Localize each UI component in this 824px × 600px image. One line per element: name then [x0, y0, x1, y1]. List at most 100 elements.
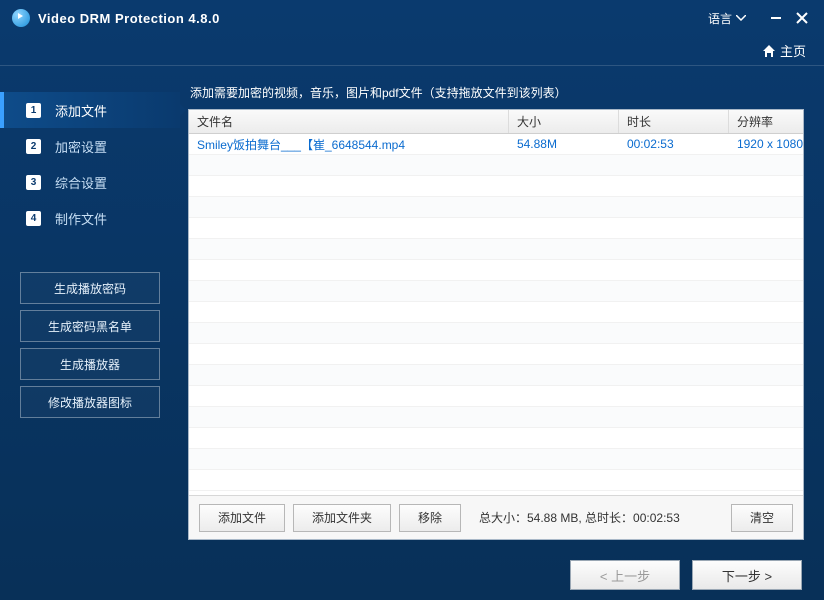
cell — [619, 407, 729, 427]
cell — [189, 428, 509, 448]
step-label: 制作文件 — [55, 209, 107, 228]
sidebar-step-2[interactable]: 2加密设置 — [0, 128, 180, 164]
cell — [509, 449, 619, 469]
cell — [189, 239, 509, 259]
col-duration[interactable]: 时长 — [619, 110, 729, 133]
chevron-down-icon — [736, 15, 746, 21]
cell — [509, 344, 619, 364]
sidebar-button-1[interactable]: 生成密码黑名单 — [20, 310, 160, 342]
cell — [729, 176, 803, 196]
cell — [189, 323, 509, 343]
cell — [189, 407, 509, 427]
app-logo-icon — [12, 9, 30, 27]
sidebar-button-2[interactable]: 生成播放器 — [20, 348, 160, 380]
homebar: 主页 — [0, 36, 824, 66]
cell — [509, 428, 619, 448]
cell — [729, 281, 803, 301]
main-panel: 添加需要加密的视频，音乐，图片和pdf文件（支持拖放文件到该列表） 文件名 大小… — [180, 66, 824, 550]
prev-button[interactable]: < 上一步 — [570, 560, 680, 590]
cell — [189, 344, 509, 364]
table-row[interactable]: Smiley饭拍舞台___【崔_6648544.mp454.88M00:02:5… — [189, 134, 803, 155]
cell — [619, 302, 729, 322]
cell: 54.88M — [509, 134, 619, 154]
cell — [189, 260, 509, 280]
cell — [509, 260, 619, 280]
col-filename[interactable]: 文件名 — [189, 110, 509, 133]
cell — [729, 386, 803, 406]
cell — [619, 197, 729, 217]
cell — [509, 302, 619, 322]
cell — [729, 260, 803, 280]
cell — [729, 323, 803, 343]
body: 1添加文件2加密设置3综合设置4制作文件 生成播放密码生成密码黑名单生成播放器修… — [0, 66, 824, 550]
instruction-text: 添加需要加密的视频，音乐，图片和pdf文件（支持拖放文件到该列表） — [190, 84, 804, 101]
cell — [509, 281, 619, 301]
close-icon — [796, 12, 808, 24]
cell — [509, 155, 619, 175]
cell — [729, 428, 803, 448]
sidebar-step-3[interactable]: 3综合设置 — [0, 164, 180, 200]
table-row[interactable] — [189, 407, 803, 428]
home-link[interactable]: 主页 — [762, 41, 806, 60]
step-number: 2 — [26, 139, 41, 154]
minimize-button[interactable] — [766, 8, 786, 28]
cell — [729, 344, 803, 364]
add-folder-button[interactable]: 添加文件夹 — [293, 504, 391, 532]
col-size[interactable]: 大小 — [509, 110, 619, 133]
cell — [509, 239, 619, 259]
table-row[interactable] — [189, 344, 803, 365]
table-row[interactable] — [189, 449, 803, 470]
table-row[interactable] — [189, 155, 803, 176]
sidebar-button-3[interactable]: 修改播放器图标 — [20, 386, 160, 418]
cell — [509, 365, 619, 385]
table-row[interactable] — [189, 302, 803, 323]
cell — [619, 449, 729, 469]
clear-button[interactable]: 清空 — [731, 504, 793, 532]
home-icon — [762, 44, 776, 58]
cell — [189, 386, 509, 406]
col-resolution[interactable]: 分辨率 — [729, 110, 803, 133]
table-row[interactable] — [189, 365, 803, 386]
table-row[interactable] — [189, 176, 803, 197]
close-button[interactable] — [792, 8, 812, 28]
cell — [619, 344, 729, 364]
table-row[interactable] — [189, 470, 803, 491]
cell — [189, 302, 509, 322]
table-header: 文件名 大小 时长 分辨率 — [189, 110, 803, 134]
cell — [619, 323, 729, 343]
app-title: Video DRM Protection 4.8.0 — [38, 11, 220, 26]
cell — [509, 407, 619, 427]
table-row[interactable] — [189, 260, 803, 281]
table-row[interactable] — [189, 386, 803, 407]
cell — [729, 407, 803, 427]
next-button[interactable]: 下一步 > — [692, 560, 802, 590]
cell — [729, 365, 803, 385]
add-file-button[interactable]: 添加文件 — [199, 504, 285, 532]
cell — [189, 218, 509, 238]
cell — [189, 470, 509, 490]
table-row[interactable] — [189, 218, 803, 239]
remove-button[interactable]: 移除 — [399, 504, 461, 532]
app-window: Video DRM Protection 4.8.0 语言 主页 1添加文件2加… — [0, 0, 824, 600]
language-label: 语言 — [708, 10, 732, 27]
cell — [729, 239, 803, 259]
language-dropdown[interactable]: 语言 — [708, 10, 746, 27]
sidebar-step-1[interactable]: 1添加文件 — [0, 92, 180, 128]
cell — [509, 197, 619, 217]
cell — [189, 197, 509, 217]
cell — [619, 155, 729, 175]
table-row[interactable] — [189, 323, 803, 344]
cell — [509, 218, 619, 238]
table-row[interactable] — [189, 239, 803, 260]
cell — [509, 176, 619, 196]
sidebar-button-0[interactable]: 生成播放密码 — [20, 272, 160, 304]
cell — [509, 323, 619, 343]
table-row[interactable] — [189, 428, 803, 449]
table-row[interactable] — [189, 281, 803, 302]
table-body[interactable]: Smiley饭拍舞台___【崔_6648544.mp454.88M00:02:5… — [189, 134, 803, 495]
cell — [619, 386, 729, 406]
home-label: 主页 — [780, 41, 806, 60]
cell — [619, 176, 729, 196]
sidebar-step-4[interactable]: 4制作文件 — [0, 200, 180, 236]
table-row[interactable] — [189, 197, 803, 218]
